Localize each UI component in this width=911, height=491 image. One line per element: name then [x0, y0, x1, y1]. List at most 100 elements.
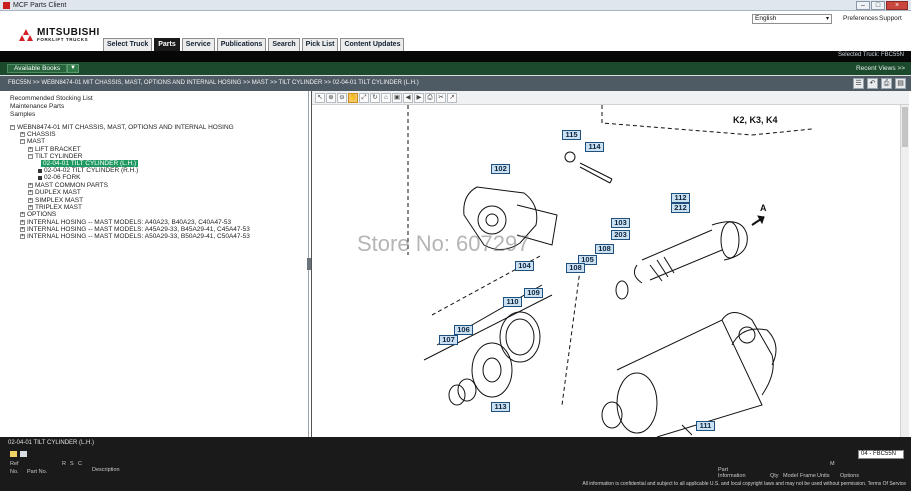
tree-node-duplex-mast[interactable]: + DUPLEX MAST [28, 189, 81, 196]
zoom-box-icon[interactable]: ▣ [392, 93, 402, 103]
expand-icon[interactable]: + [28, 198, 33, 203]
support-link[interactable]: Support [879, 15, 902, 22]
tab-parts[interactable]: Parts [154, 38, 180, 51]
callout-104[interactable]: 104 [515, 261, 534, 271]
previous-icon[interactable]: ◀ [403, 93, 413, 103]
col-frame[interactable]: Frame [800, 473, 816, 479]
tab-pick-list[interactable]: Pick List [301, 38, 339, 51]
print-icon[interactable]: ⎙ [425, 93, 435, 103]
scrollbar-thumb[interactable] [902, 107, 908, 147]
col-s[interactable]: S [70, 461, 74, 467]
maximize-button[interactable]: □ [871, 1, 885, 10]
callout-108[interactable]: 108 [595, 244, 614, 254]
col-c[interactable]: C [78, 461, 82, 467]
close-button[interactable]: × [886, 1, 908, 10]
tab-select-truck[interactable]: Select Truck [103, 38, 153, 51]
col-m[interactable]: M [830, 461, 835, 467]
expand-icon[interactable]: + [28, 183, 33, 188]
tree-node-mast-common[interactable]: + MAST COMMON PARTS [28, 182, 108, 189]
rotate-icon[interactable]: ↻ [370, 93, 380, 103]
col-description[interactable]: Description [92, 467, 120, 473]
collapse-icon[interactable]: − [20, 139, 25, 144]
tree-link-stocking[interactable]: Recommended Stocking List [10, 95, 308, 103]
callout-113[interactable]: 113 [491, 402, 510, 412]
callout-107[interactable]: 107 [439, 335, 458, 345]
callout-103[interactable]: 103 [611, 218, 630, 228]
callout-212[interactable]: 212 [671, 203, 690, 213]
col-ref[interactable]: Ref [10, 461, 19, 467]
list-view-icon[interactable]: ☰ [853, 78, 864, 89]
tree-node-simplex-mast[interactable]: + SIMPLEX MAST [28, 197, 83, 204]
zoom-in-icon[interactable]: ⊕ [326, 93, 336, 103]
minimize-button[interactable]: ‒ [856, 1, 870, 10]
clip-icon[interactable]: ✂ [436, 93, 446, 103]
callout-106[interactable]: 106 [454, 325, 473, 335]
expand-icon[interactable]: + [20, 212, 25, 217]
back-icon[interactable]: ↶ [867, 78, 878, 89]
tree-node-hosing-3[interactable]: + INTERNAL HOSING -- MAST MODELS: A50A29-… [20, 233, 250, 240]
tree-link-maintenance[interactable]: Maintenance Parts [10, 103, 308, 111]
chevron-down-icon[interactable]: ▼ [67, 64, 79, 73]
callout-111[interactable]: 111 [696, 421, 715, 431]
tree-node-chassis[interactable]: + CHASSIS [20, 131, 56, 138]
exploded-view-drawing[interactable] [312, 105, 900, 437]
tree-node-hosing-2[interactable]: + INTERNAL HOSING -- MAST MODELS: A45A29-… [20, 226, 250, 233]
callout-115[interactable]: 115 [562, 130, 581, 140]
home-icon[interactable]: ⌂ [381, 93, 391, 103]
popout-icon[interactable]: ↗ [447, 93, 457, 103]
callout-102[interactable]: 102 [491, 164, 510, 174]
col-r[interactable]: R [62, 461, 66, 467]
expand-icon[interactable]: + [28, 147, 33, 152]
model-select[interactable]: 04 - FBC55N [858, 450, 904, 459]
diagram-scrollbar[interactable] [900, 105, 909, 437]
tree-node-book[interactable]: − WEBN8474-01 MIT CHASSIS, MAST, OPTIONS … [10, 124, 234, 131]
tab-publications[interactable]: Publications [216, 38, 267, 51]
expand-icon[interactable]: + [28, 190, 33, 195]
col-qty[interactable]: Qty [770, 473, 779, 479]
recent-views-link[interactable]: Recent Views >> [856, 65, 905, 72]
tree-link-samples[interactable]: Samples [10, 111, 308, 119]
expand-icon[interactable]: + [28, 205, 33, 210]
zoom-out-icon[interactable]: ⊖ [337, 93, 347, 103]
available-books-button[interactable]: Available Books [7, 64, 68, 73]
pan-hand-icon[interactable]: ✋ [348, 93, 358, 103]
expand-icon[interactable]: + [20, 227, 25, 232]
search-icon[interactable] [10, 451, 17, 457]
fit-icon[interactable]: ⤢ [359, 93, 369, 103]
tree-node-hosing-1[interactable]: + INTERNAL HOSING -- MAST MODELS: A40A23,… [20, 219, 231, 226]
tree-node-lift-bracket[interactable]: + LIFT BRACKET [28, 146, 81, 153]
callout-109[interactable]: 109 [524, 288, 543, 298]
list-icon[interactable] [20, 451, 27, 457]
callout-112[interactable]: 112 [671, 193, 690, 203]
collapse-icon[interactable]: − [10, 125, 15, 130]
callout-108-b[interactable]: 108 [566, 263, 585, 273]
next-icon[interactable]: ▶ [414, 93, 424, 103]
select-tool-icon[interactable]: ↖ [315, 93, 325, 103]
tree-node-triplex-mast[interactable]: + TRIPLEX MAST [28, 204, 82, 211]
col-part-no[interactable]: Part No. [27, 469, 47, 475]
expand-icon[interactable]: + [20, 132, 25, 137]
tree-node-tilt-cylinder[interactable]: − TILT CYLINDER [28, 153, 82, 160]
tab-service[interactable]: Service [181, 38, 215, 51]
tree-node-fork[interactable]: 02-06 FORK [38, 174, 81, 181]
tab-search[interactable]: Search [268, 38, 300, 51]
col-no[interactable]: No. [10, 469, 19, 475]
callout-110[interactable]: 110 [503, 297, 522, 307]
tree-node-tilt-cylinder-lh[interactable]: 02-04-01 TILT CYLINDER (L.H.) [41, 160, 139, 167]
expand-icon[interactable]: + [20, 234, 25, 239]
col-model[interactable]: Model [783, 473, 798, 479]
export-icon[interactable]: ▤ [895, 78, 906, 89]
expand-icon[interactable]: + [20, 220, 25, 225]
col-options[interactable]: Options [840, 473, 859, 479]
callout-114[interactable]: 114 [585, 142, 604, 152]
col-information[interactable]: Information [718, 473, 746, 479]
language-select[interactable]: English ▾ [752, 14, 832, 24]
preferences-link[interactable]: Preferences [843, 15, 878, 22]
print-icon[interactable]: ⎙ [881, 78, 892, 89]
tab-content-updates[interactable]: Content Updates [340, 38, 405, 51]
tree-node-mast[interactable]: − MAST [20, 138, 45, 145]
tree-node-options[interactable]: + OPTIONS [20, 211, 56, 218]
tree-node-tilt-cylinder-rh[interactable]: 02-04-02 TILT CYLINDER (R.H.) [38, 167, 138, 174]
callout-203[interactable]: 203 [611, 230, 630, 240]
collapse-icon[interactable]: − [28, 154, 33, 159]
